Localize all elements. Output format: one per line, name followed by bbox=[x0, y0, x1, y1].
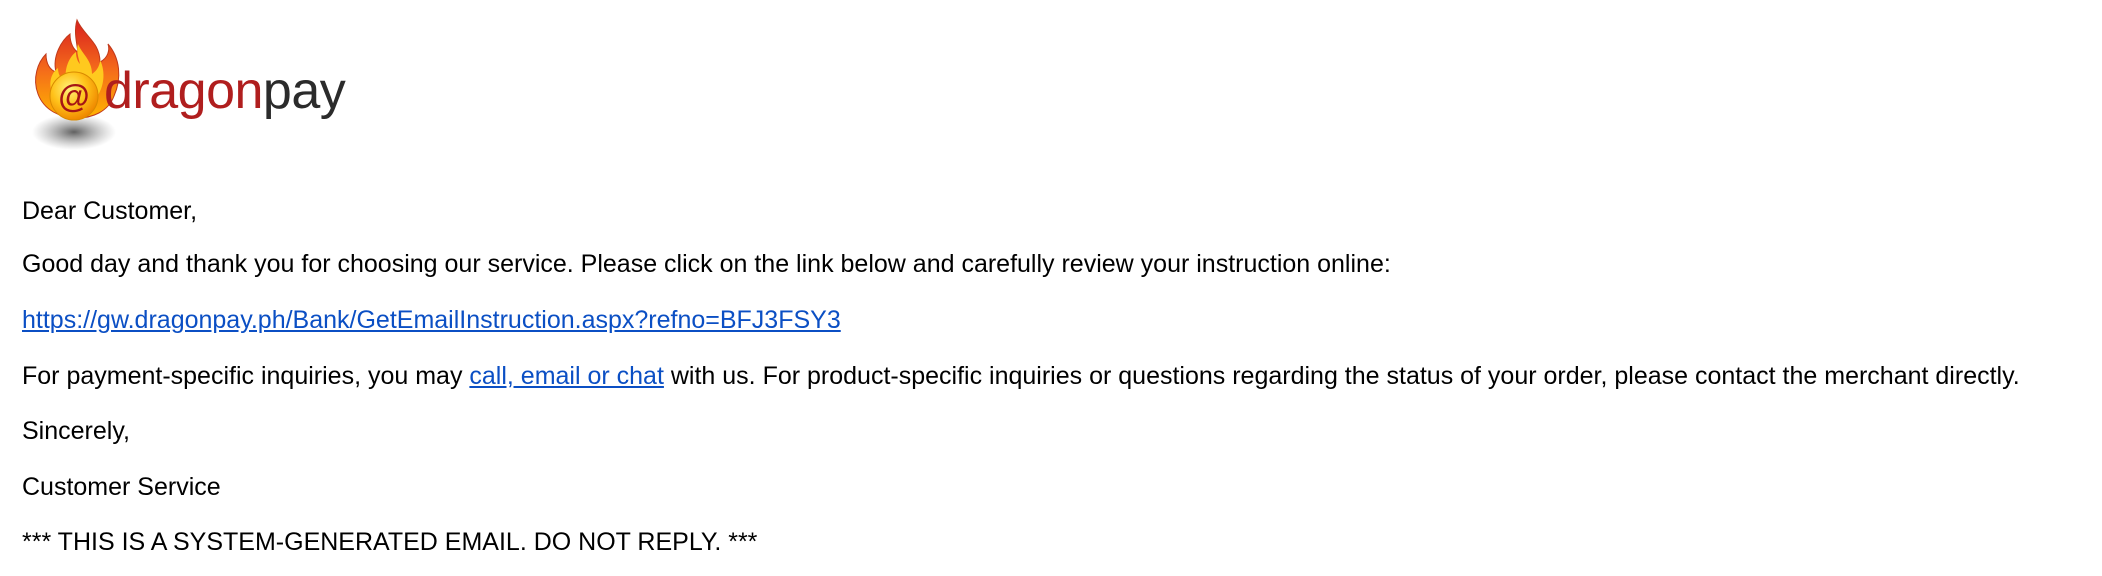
inquiry-paragraph: For payment-specific inquiries, you may … bbox=[22, 360, 2020, 392]
flame-logo-icon: @ dragonpay bbox=[32, 18, 346, 150]
inquiry-prefix: For payment-specific inquiries, you may bbox=[22, 362, 470, 390]
footer-notice: *** THIS IS A SYSTEM-GENERATED EMAIL. DO… bbox=[22, 528, 758, 556]
signoff: Sincerely, bbox=[22, 417, 130, 445]
instruction-link[interactable]: https://gw.dragonpay.ph/Bank/GetEmailIns… bbox=[22, 306, 841, 334]
logo-at-symbol: @ bbox=[58, 78, 89, 114]
greeting: Dear Customer, bbox=[22, 197, 198, 225]
instruction-line: https://gw.dragonpay.ph/Bank/GetEmailIns… bbox=[22, 304, 841, 336]
logo-brand-part2: pay bbox=[263, 62, 346, 120]
inquiry-suffix: with us. For product-specific inquiries … bbox=[663, 362, 2020, 390]
logo-brand-part1: dragon bbox=[104, 62, 263, 120]
intro-text: Good day and thank you for choosing our … bbox=[22, 250, 1391, 278]
contact-link[interactable]: call, email or chat bbox=[469, 362, 664, 390]
dragonpay-logo: @ dragonpay bbox=[22, 14, 372, 164]
signature: Customer Service bbox=[22, 473, 221, 501]
svg-text:dragonpay: dragonpay bbox=[104, 62, 346, 120]
